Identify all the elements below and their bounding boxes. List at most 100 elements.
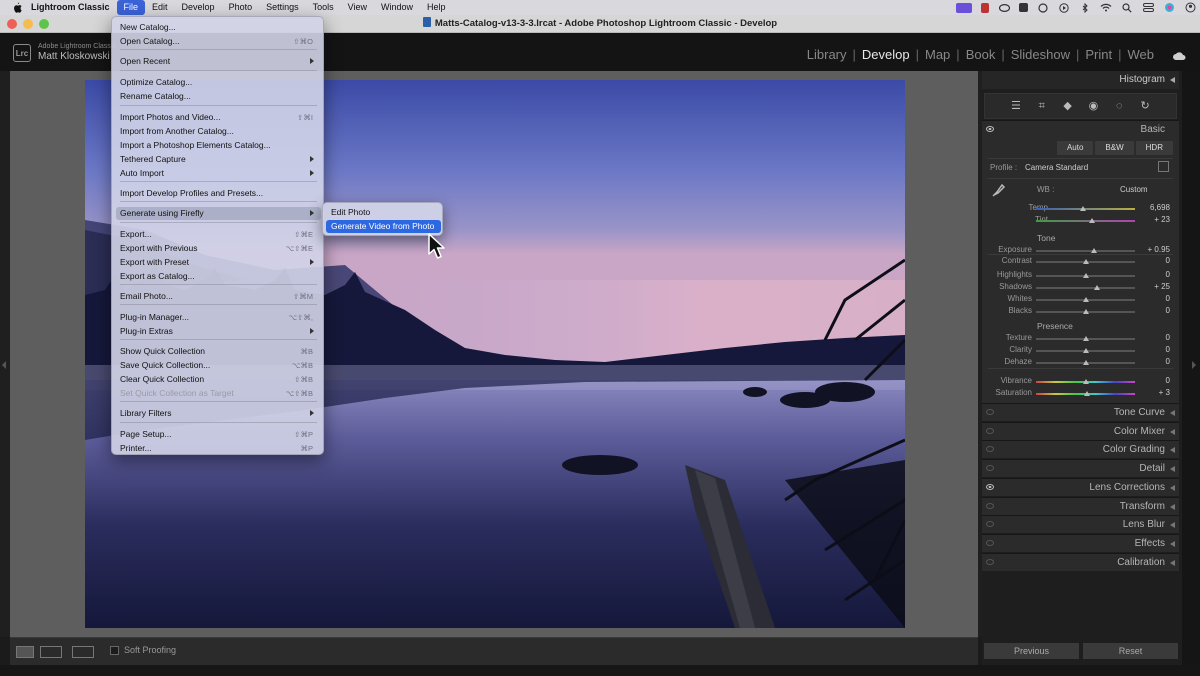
file-menu-item[interactable]: Plug-in Manager... ⌥⇧⌘,	[116, 311, 321, 324]
menu-develop[interactable]: Develop	[175, 0, 222, 15]
slider-value[interactable]: 0	[1140, 294, 1170, 303]
menu-photo[interactable]: Photo	[222, 0, 260, 15]
basic-panel-header[interactable]: Basic	[982, 120, 1179, 138]
menu-tools[interactable]: Tools	[306, 0, 341, 15]
file-menu-item[interactable]: Library Filters	[116, 407, 321, 420]
slider-value[interactable]: + 23	[1140, 215, 1170, 224]
slider-thumb[interactable]	[1082, 273, 1089, 278]
module-book[interactable]: Book	[960, 47, 1002, 62]
file-menu-item[interactable]: Optimize Catalog...	[116, 76, 321, 89]
panel-header-effects[interactable]: Effects	[982, 533, 1179, 552]
wifi-icon[interactable]	[1100, 3, 1112, 13]
panel-header-detail[interactable]: Detail	[982, 459, 1179, 478]
slider-track[interactable]	[1036, 287, 1135, 289]
module-library[interactable]: Library	[801, 47, 853, 62]
file-menu-item[interactable]: Open Catalog... ⇧⌘O	[116, 35, 321, 48]
auto-button[interactable]: Auto	[1056, 141, 1094, 155]
creative-cloud-icon[interactable]	[998, 3, 1010, 13]
histogram-panel-header[interactable]: Histogram	[982, 71, 1179, 89]
slider-thumb[interactable]	[1082, 309, 1089, 314]
slider-value[interactable]: 0	[1140, 256, 1170, 265]
file-menu-item[interactable]: Export with Preset	[116, 256, 321, 269]
right-panel-scroll-gutter[interactable]	[1182, 71, 1200, 665]
recording-icon[interactable]	[981, 2, 989, 13]
slider-thumb[interactable]	[1094, 285, 1101, 290]
bw-button[interactable]: B&W	[1095, 141, 1134, 155]
slider-value[interactable]: 6,698	[1140, 203, 1170, 212]
menu-window[interactable]: Window	[374, 0, 420, 15]
file-menu-item[interactable]: Tethered Capture	[116, 153, 321, 166]
file-menu-item[interactable]: Export... ⇧⌘E	[116, 228, 321, 241]
file-menu-item[interactable]: Import Develop Profiles and Presets...	[116, 187, 321, 200]
before-after-lr-button[interactable]	[40, 646, 62, 658]
app-status-icon[interactable]	[1019, 3, 1028, 12]
eye-icon[interactable]	[986, 465, 994, 472]
file-menu-item[interactable]: Import from Another Catalog...	[116, 125, 321, 138]
previous-button[interactable]: Previous	[984, 643, 1079, 659]
eye-icon[interactable]	[986, 427, 994, 434]
soft-proofing-checkbox[interactable]	[110, 645, 119, 655]
slider-value[interactable]: + 3	[1140, 388, 1170, 397]
eye-icon[interactable]	[986, 558, 994, 565]
module-slideshow[interactable]: Slideshow	[1005, 47, 1076, 62]
profile-dropdown[interactable]: Camera Standard	[1025, 163, 1088, 172]
eye-icon[interactable]	[986, 539, 994, 546]
reset-button[interactable]: Reset	[1083, 643, 1178, 659]
panel-header-calibration[interactable]: Calibration	[982, 552, 1179, 571]
file-menu-item[interactable]: Page Setup... ⇧⌘P	[116, 428, 321, 441]
file-menu-item[interactable]: Printer... ⌘P	[116, 442, 321, 454]
file-menu-item[interactable]: Plug-in Extras	[116, 325, 321, 338]
slider-thumb[interactable]	[1084, 391, 1091, 396]
slider-thumb[interactable]	[1082, 259, 1089, 264]
file-menu-item[interactable]: New Catalog...	[116, 21, 321, 34]
slider-value[interactable]: + 0.95	[1140, 245, 1170, 254]
slider-value[interactable]: 0	[1140, 333, 1170, 342]
eye-icon[interactable]	[986, 409, 994, 415]
slider-thumb[interactable]	[1082, 336, 1089, 341]
module-web[interactable]: Web	[1122, 47, 1161, 62]
slider-thumb[interactable]	[1082, 360, 1089, 365]
slider-track[interactable]	[1036, 250, 1135, 252]
file-menu-item[interactable]: Auto Import	[116, 167, 321, 180]
menu-app-name[interactable]: Lightroom Classic	[24, 0, 117, 15]
screen-share-icon[interactable]	[956, 2, 972, 13]
slider-value[interactable]: 0	[1140, 306, 1170, 315]
file-menu-item[interactable]: Email Photo... ⇧⌘M	[116, 290, 321, 303]
eye-icon[interactable]	[986, 446, 994, 453]
crop-icon[interactable]: ⌗	[1036, 100, 1048, 112]
filmstrip-collapsed[interactable]	[0, 665, 1200, 676]
generate-video-from-photo-menu-item[interactable]: Generate Video from Photo	[326, 220, 441, 233]
module-map[interactable]: Map	[919, 47, 956, 62]
module-develop[interactable]: Develop	[856, 47, 916, 62]
edit-sliders-icon[interactable]: ☰	[1010, 100, 1022, 112]
file-menu-item[interactable]: Import a Photoshop Elements Catalog...	[116, 139, 321, 152]
slider-value[interactable]: 0	[1140, 345, 1170, 354]
slider-value[interactable]: 0	[1140, 357, 1170, 366]
soft-proofing-toggle[interactable]: Soft Proofing	[110, 645, 176, 655]
remove-icon[interactable]: ↻	[1139, 100, 1151, 112]
file-menu-item[interactable]: Export with Previous ⌥⇧⌘E	[116, 242, 321, 255]
file-menu-item[interactable]: Show Quick Collection ⌘B	[116, 345, 321, 358]
play-icon[interactable]	[1058, 2, 1070, 13]
panel-header-transform[interactable]: Transform	[982, 496, 1179, 515]
control-center-icon[interactable]	[1142, 3, 1154, 13]
left-panel-collapsed[interactable]	[0, 71, 10, 637]
edit-photo-menu-item[interactable]: Edit Photo	[326, 206, 441, 219]
slider-thumb[interactable]	[1082, 348, 1089, 353]
menu-view[interactable]: View	[341, 0, 374, 15]
spotlight-search-icon[interactable]	[1121, 2, 1133, 13]
file-menu-item[interactable]: Export as Catalog...	[116, 270, 321, 283]
file-menu-item[interactable]: Import Photos and Video... ⇧⌘I	[116, 111, 321, 124]
eye-icon[interactable]	[986, 126, 994, 132]
file-menu-item[interactable]: Open Recent	[116, 55, 321, 68]
masking-icon[interactable]: ◌	[1113, 100, 1125, 112]
hdr-button[interactable]: HDR	[1135, 141, 1173, 155]
panel-header-color-mixer[interactable]: Color Mixer	[982, 421, 1179, 440]
wb-dropdown[interactable]: Custom	[1120, 185, 1148, 194]
eye-icon[interactable]	[986, 521, 994, 528]
panel-header-lens-blur[interactable]: Lens Blur	[982, 515, 1179, 534]
slider-thumb[interactable]	[1091, 248, 1098, 253]
slider-value[interactable]: + 25	[1140, 282, 1170, 291]
file-menu-item[interactable]: Rename Catalog...	[116, 90, 321, 103]
slider-value[interactable]: 0	[1140, 376, 1170, 385]
